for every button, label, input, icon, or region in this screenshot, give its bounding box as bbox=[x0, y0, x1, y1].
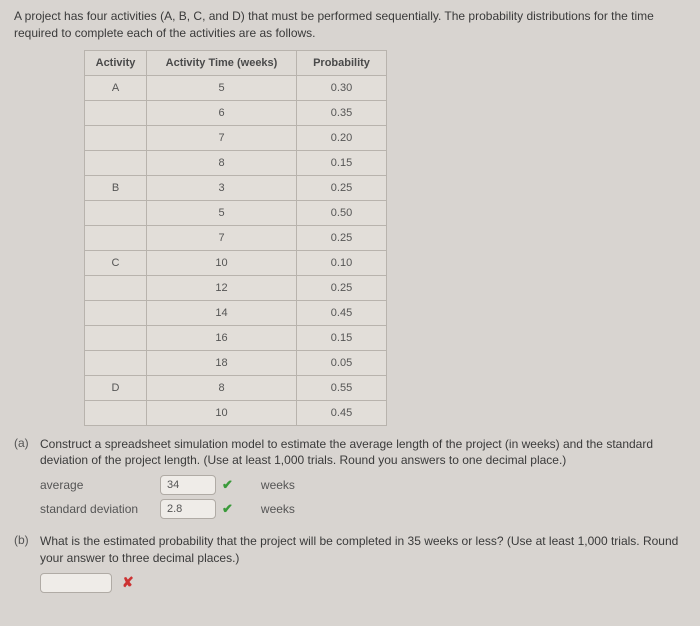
cell-time: 5 bbox=[147, 75, 297, 100]
part-a-text: Construct a spreadsheet simulation model… bbox=[40, 436, 686, 470]
cell-activity bbox=[85, 200, 147, 225]
table-row: 50.50 bbox=[85, 200, 387, 225]
table-row: 100.45 bbox=[85, 400, 387, 425]
cell-time: 10 bbox=[147, 250, 297, 275]
cell-activity bbox=[85, 125, 147, 150]
check-icon: ✔ bbox=[222, 501, 233, 517]
problem-intro: A project has four activities (A, B, C, … bbox=[14, 8, 686, 42]
table-row: A50.30 bbox=[85, 75, 387, 100]
cell-time: 5 bbox=[147, 200, 297, 225]
table-row: 70.20 bbox=[85, 125, 387, 150]
header-time: Activity Time (weeks) bbox=[147, 50, 297, 75]
std-label: standard deviation bbox=[40, 502, 160, 516]
cell-time: 10 bbox=[147, 400, 297, 425]
cell-time: 16 bbox=[147, 325, 297, 350]
cell-prob: 0.20 bbox=[297, 125, 387, 150]
cell-activity bbox=[85, 400, 147, 425]
cell-activity bbox=[85, 100, 147, 125]
table-row: 160.15 bbox=[85, 325, 387, 350]
table-row: 80.15 bbox=[85, 150, 387, 175]
part-b-label: (b) bbox=[14, 533, 40, 547]
header-activity: Activity bbox=[85, 50, 147, 75]
cell-activity bbox=[85, 275, 147, 300]
table-row: 180.05 bbox=[85, 350, 387, 375]
cell-time: 7 bbox=[147, 225, 297, 250]
cell-activity: B bbox=[85, 175, 147, 200]
cell-prob: 0.25 bbox=[297, 275, 387, 300]
cell-prob: 0.10 bbox=[297, 250, 387, 275]
cell-prob: 0.45 bbox=[297, 400, 387, 425]
cell-activity bbox=[85, 350, 147, 375]
part-a-label: (a) bbox=[14, 436, 40, 450]
std-input[interactable] bbox=[160, 499, 216, 519]
cell-activity: C bbox=[85, 250, 147, 275]
cell-time: 7 bbox=[147, 125, 297, 150]
cell-time: 6 bbox=[147, 100, 297, 125]
table-row: 140.45 bbox=[85, 300, 387, 325]
cell-prob: 0.15 bbox=[297, 325, 387, 350]
part-b-text: What is the estimated probability that t… bbox=[40, 533, 686, 567]
cell-time: 8 bbox=[147, 150, 297, 175]
std-unit: weeks bbox=[261, 502, 295, 516]
table-row: D80.55 bbox=[85, 375, 387, 400]
average-label: average bbox=[40, 478, 160, 492]
cell-activity bbox=[85, 150, 147, 175]
cell-prob: 0.30 bbox=[297, 75, 387, 100]
header-prob: Probability bbox=[297, 50, 387, 75]
table-row: C100.10 bbox=[85, 250, 387, 275]
table-row: 120.25 bbox=[85, 275, 387, 300]
table-row: 70.25 bbox=[85, 225, 387, 250]
cell-activity: A bbox=[85, 75, 147, 100]
cell-prob: 0.55 bbox=[297, 375, 387, 400]
cell-activity bbox=[85, 225, 147, 250]
cross-icon: ✘ bbox=[122, 574, 134, 591]
average-unit: weeks bbox=[261, 478, 295, 492]
cell-prob: 0.45 bbox=[297, 300, 387, 325]
cell-time: 3 bbox=[147, 175, 297, 200]
average-input[interactable] bbox=[160, 475, 216, 495]
cell-prob: 0.50 bbox=[297, 200, 387, 225]
cell-prob: 0.35 bbox=[297, 100, 387, 125]
cell-time: 12 bbox=[147, 275, 297, 300]
activity-table: Activity Activity Time (weeks) Probabili… bbox=[84, 50, 387, 426]
cell-time: 18 bbox=[147, 350, 297, 375]
check-icon: ✔ bbox=[222, 477, 233, 493]
cell-activity bbox=[85, 300, 147, 325]
cell-time: 8 bbox=[147, 375, 297, 400]
cell-prob: 0.05 bbox=[297, 350, 387, 375]
cell-prob: 0.25 bbox=[297, 225, 387, 250]
cell-time: 14 bbox=[147, 300, 297, 325]
part-b-input[interactable] bbox=[40, 573, 112, 593]
cell-prob: 0.25 bbox=[297, 175, 387, 200]
cell-activity bbox=[85, 325, 147, 350]
table-row: B30.25 bbox=[85, 175, 387, 200]
cell-prob: 0.15 bbox=[297, 150, 387, 175]
table-row: 60.35 bbox=[85, 100, 387, 125]
cell-activity: D bbox=[85, 375, 147, 400]
